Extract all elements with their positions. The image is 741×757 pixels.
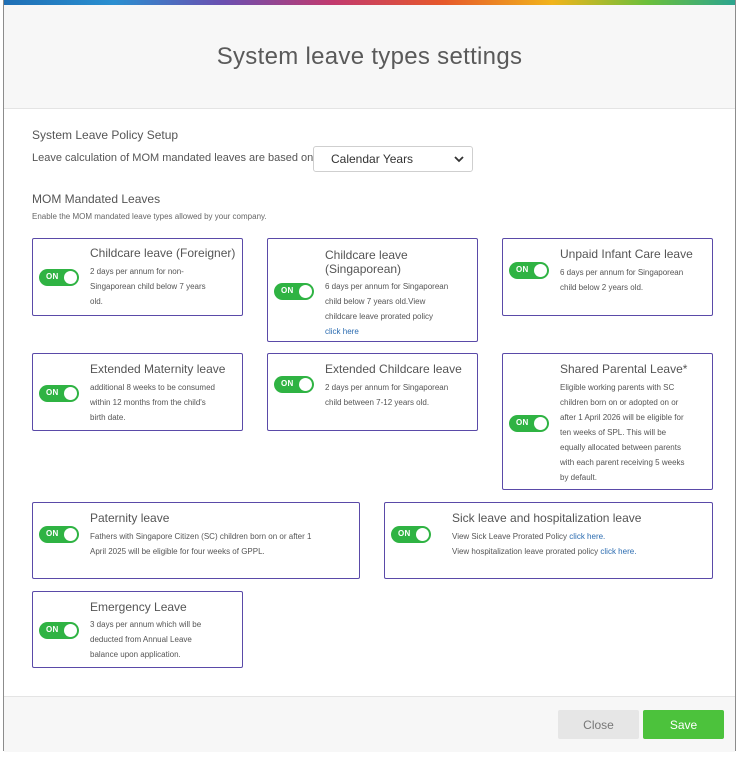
- mom-heading: MOM Mandated Leaves: [32, 192, 161, 206]
- card-title: Unpaid Infant Care leave: [560, 247, 693, 261]
- toggle-childcare-foreigner[interactable]: ON: [39, 269, 79, 286]
- toggle-knob: [416, 528, 429, 541]
- toggle-on-label: ON: [516, 418, 529, 427]
- card-childcare-sg: ON Childcare leave (Singaporean) 6 days …: [267, 238, 478, 342]
- toggle-extended-maternity[interactable]: ON: [39, 385, 79, 402]
- toggle-sick-hospitalization[interactable]: ON: [391, 526, 431, 543]
- card-title: Shared Parental Leave*: [560, 362, 688, 376]
- close-button[interactable]: Close: [558, 710, 639, 739]
- toggle-on-label: ON: [516, 265, 529, 274]
- dialog-footer: Close Save: [4, 696, 735, 752]
- toggle-knob: [299, 378, 312, 391]
- card-title: Childcare leave (Singaporean): [325, 248, 408, 276]
- card-description: 3 days per annum which will be deducted …: [90, 620, 202, 659]
- toggle-on-label: ON: [281, 379, 294, 388]
- card-extended-maternity: ON Extended Maternity leave additional 8…: [32, 353, 243, 431]
- card-description: 6 days per annum for Singaporean child b…: [325, 282, 449, 336]
- toggle-knob: [64, 528, 77, 541]
- dialog-header: System leave types settings: [4, 5, 735, 109]
- card-title: Extended Childcare leave: [325, 362, 462, 376]
- calc-basis-value: Calendar Years: [331, 152, 414, 166]
- toggle-emergency[interactable]: ON: [39, 622, 79, 639]
- dialog: System leave types settings System Leave…: [3, 0, 736, 752]
- card-title: Emergency Leave: [90, 600, 187, 614]
- card-description: 2 days per annum for non- Singaporean ch…: [90, 267, 206, 306]
- card-paternity: ON Paternity leave Fathers with Singapor…: [32, 502, 360, 579]
- hospitalization-policy-link[interactable]: click here.: [600, 547, 636, 556]
- toggle-on-label: ON: [281, 286, 294, 295]
- card-title: Sick leave and hospitalization leave: [452, 511, 642, 525]
- card-description: additional 8 weeks to be consumed within…: [90, 383, 215, 422]
- toggle-extended-childcare[interactable]: ON: [274, 376, 314, 393]
- toggle-paternity[interactable]: ON: [39, 526, 79, 543]
- toggle-on-label: ON: [46, 272, 59, 281]
- childcare-policy-link[interactable]: click here: [325, 327, 359, 336]
- card-description: Fathers with Singapore Citizen (SC) chil…: [90, 532, 312, 556]
- toggle-unpaid-infant[interactable]: ON: [509, 262, 549, 279]
- toggle-childcare-sg[interactable]: ON: [274, 283, 314, 300]
- toggle-knob: [299, 285, 312, 298]
- card-title: Paternity leave: [90, 511, 170, 525]
- toggle-knob: [534, 417, 547, 430]
- card-emergency: ON Emergency Leave 3 days per annum whic…: [32, 591, 243, 668]
- chevron-down-icon: [454, 156, 464, 163]
- card-unpaid-infant: ON Unpaid Infant Care leave 6 days per a…: [502, 238, 713, 316]
- card-title: Childcare leave (Foreigner): [90, 246, 236, 260]
- card-description: 6 days per annum for Singaporean child b…: [560, 268, 684, 292]
- toggle-on-label: ON: [398, 529, 411, 538]
- toggle-on-label: ON: [46, 625, 59, 634]
- toggle-shared-parental[interactable]: ON: [509, 415, 549, 432]
- policy-heading: System Leave Policy Setup: [32, 128, 179, 142]
- card-title: Extended Maternity leave: [90, 362, 226, 376]
- toggle-on-label: ON: [46, 388, 59, 397]
- toggle-knob: [534, 264, 547, 277]
- toggle-knob: [64, 271, 77, 284]
- toggle-knob: [64, 624, 77, 637]
- calc-basis-select[interactable]: Calendar Years: [313, 146, 473, 172]
- card-sick-hospitalization: ON Sick leave and hospitalization leave …: [384, 502, 713, 579]
- card-shared-parental: ON Shared Parental Leave* Eligible worki…: [502, 353, 713, 490]
- card-extended-childcare: ON Extended Childcare leave 2 days per a…: [267, 353, 478, 431]
- card-description: View Sick Leave Prorated Policy click he…: [452, 532, 637, 556]
- toggle-on-label: ON: [46, 529, 59, 538]
- save-button[interactable]: Save: [643, 710, 724, 739]
- mom-note: Enable the MOM mandated leave types allo…: [32, 212, 267, 221]
- card-description: 2 days per annum for Singaporean child b…: [325, 383, 449, 407]
- toggle-knob: [64, 387, 77, 400]
- card-childcare-foreigner: ON Childcare leave (Foreigner) 2 days pe…: [32, 238, 243, 316]
- card-description: Eligible working parents with SC childre…: [560, 383, 685, 482]
- calc-basis-label: Leave calculation of MOM mandated leaves…: [32, 152, 314, 164]
- sick-policy-link[interactable]: click here.: [569, 532, 605, 541]
- dialog-title: System leave types settings: [216, 42, 523, 70]
